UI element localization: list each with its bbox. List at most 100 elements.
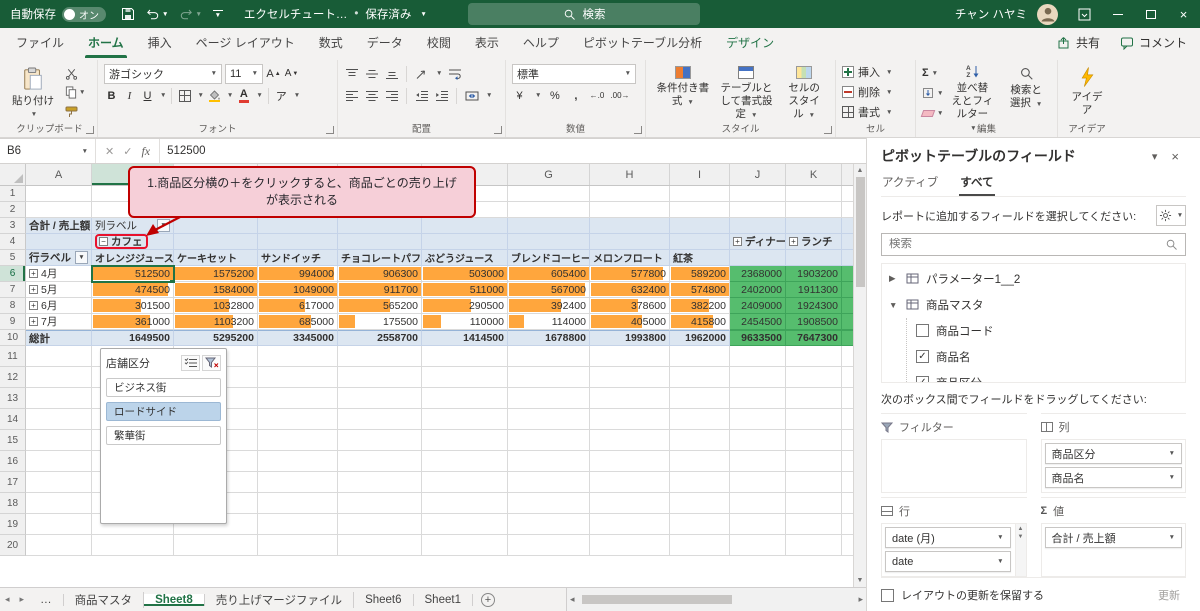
field-pill[interactable]: date ▼ — [885, 551, 1011, 572]
cell-E4[interactable] — [338, 234, 422, 250]
cell-J18[interactable] — [730, 493, 786, 514]
cell-K17[interactable] — [786, 472, 842, 493]
cell-K4[interactable]: + ランチ — [786, 234, 842, 250]
row-header-8[interactable]: 8 — [0, 298, 26, 314]
cell-B7[interactable]: 474500 — [92, 282, 174, 298]
cell-F15[interactable] — [422, 430, 508, 451]
cell-J15[interactable] — [730, 430, 786, 451]
cell-E14[interactable] — [338, 409, 422, 430]
paste-button[interactable]: 貼り付け ▼ — [8, 62, 58, 118]
cell-H5[interactable]: メロンフロート — [590, 250, 670, 266]
cell-G2[interactable] — [508, 202, 590, 218]
cell-A11[interactable] — [26, 346, 92, 367]
increase-font-icon[interactable]: A ▲ — [266, 65, 281, 83]
cell-C10[interactable]: 5295200 — [174, 330, 258, 346]
column-header-I[interactable]: I — [670, 164, 730, 185]
cell-E6[interactable]: 906300 — [338, 266, 422, 282]
cell-J4[interactable]: + ディナー — [730, 234, 786, 250]
cell-C9[interactable]: 1103200 — [174, 314, 258, 330]
cell-J9[interactable]: 2454500 — [730, 314, 786, 330]
ideas-button[interactable]: アイデア — [1064, 62, 1110, 116]
cell-E19[interactable] — [338, 514, 422, 535]
column-labels-filter[interactable]: ▼ — [157, 219, 170, 232]
cell-E13[interactable] — [338, 388, 422, 409]
cell-A8[interactable]: +6月 — [26, 298, 92, 314]
row-labels-filter[interactable]: ▼ — [75, 251, 88, 264]
row-header-12[interactable]: 12 — [0, 367, 26, 388]
sheet-tab-overflow[interactable]: … — [29, 593, 64, 606]
cell-F20[interactable] — [422, 535, 508, 556]
cell-J8[interactable]: 2409000 — [730, 298, 786, 314]
bold-button[interactable]: B — [104, 87, 119, 105]
row-header-16[interactable]: 16 — [0, 451, 26, 472]
field-item[interactable]: 商品区分 — [907, 370, 1185, 382]
phonetic-icon[interactable]: ア — [274, 87, 289, 105]
select-all-corner[interactable] — [0, 164, 26, 185]
sheet-tab-sheet8[interactable]: Sheet8 — [144, 593, 205, 606]
cell-I11[interactable] — [670, 346, 730, 367]
cell-F16[interactable] — [422, 451, 508, 472]
share-button[interactable]: 共有 — [1048, 31, 1109, 54]
sheet-tab-merge-file[interactable]: 売り上げマージファイル — [205, 591, 355, 608]
ribbon-display-options-icon[interactable] — [1068, 0, 1101, 28]
cell-J16[interactable] — [730, 451, 786, 472]
cell-F10[interactable]: 1414500 — [422, 330, 508, 346]
cell-F19[interactable] — [422, 514, 508, 535]
ribbon-tab-page-layout[interactable]: ページ レイアウト — [184, 28, 307, 58]
cell-H18[interactable] — [590, 493, 670, 514]
cell-E17[interactable] — [338, 472, 422, 493]
cell-F11[interactable] — [422, 346, 508, 367]
cell-A16[interactable] — [26, 451, 92, 472]
sheet-tab-sheet6[interactable]: Sheet6 — [354, 593, 414, 606]
cell-H20[interactable] — [590, 535, 670, 556]
hscroll-thumb[interactable] — [581, 595, 732, 604]
wrap-text-icon[interactable] — [447, 65, 462, 83]
cell-K20[interactable] — [786, 535, 842, 556]
expand-icon[interactable]: + — [789, 237, 798, 246]
cell-K11[interactable] — [786, 346, 842, 367]
column-header-G[interactable]: G — [508, 164, 590, 185]
cell-G6[interactable]: 605400 — [508, 266, 590, 282]
cell-A3[interactable]: 合計 / 売上額 — [26, 218, 92, 234]
row-header-10[interactable]: 10 — [0, 330, 26, 346]
customize-qat-icon[interactable]: ▼ — [208, 3, 228, 25]
cell-G16[interactable] — [508, 451, 590, 472]
filters-area[interactable] — [881, 439, 1027, 493]
scroll-up-icon[interactable]: ▲ — [857, 166, 864, 175]
sheet-tab-sheet1[interactable]: Sheet1 — [414, 593, 473, 606]
ribbon-tab-file[interactable]: ファイル — [4, 28, 76, 58]
ribbon-tab-insert[interactable]: 挿入 — [136, 28, 184, 58]
row-header-20[interactable]: 20 — [0, 535, 26, 556]
cell-A15[interactable] — [26, 430, 92, 451]
cell-K7[interactable]: 1911300 — [786, 282, 842, 298]
ribbon-tab-help[interactable]: ヘルプ — [511, 28, 571, 58]
cell-I14[interactable] — [670, 409, 730, 430]
avatar[interactable] — [1037, 3, 1058, 25]
cell-D11[interactable] — [258, 346, 338, 367]
cell-G15[interactable] — [508, 430, 590, 451]
cell-I8[interactable]: 382200 — [670, 298, 730, 314]
ribbon-tab-pivot-analyze[interactable]: ピボットテーブル分析 — [571, 28, 714, 58]
cell-D3[interactable] — [258, 218, 338, 234]
fields-search-input[interactable] — [889, 238, 1159, 251]
cell-C3[interactable] — [174, 218, 258, 234]
expand-icon[interactable]: + — [29, 269, 38, 278]
styles-dialog-launcher[interactable] — [824, 126, 832, 134]
align-top-icon[interactable] — [344, 65, 359, 83]
cell-D13[interactable] — [258, 388, 338, 409]
cell-I3[interactable] — [670, 218, 730, 234]
sheet-tab-shohin-master[interactable]: 商品マスタ — [64, 591, 145, 608]
cell-I19[interactable] — [670, 514, 730, 535]
row-header-19[interactable]: 19 — [0, 514, 26, 535]
hscroll-right-icon[interactable]: ▸ — [858, 594, 863, 605]
cell-A17[interactable] — [26, 472, 92, 493]
cell-A9[interactable]: +7月 — [26, 314, 92, 330]
decrease-font-icon[interactable]: A ▼ — [284, 65, 299, 83]
cell-I6[interactable]: 589200 — [670, 266, 730, 282]
vertical-scrollbar[interactable]: ▲ ▼ — [853, 164, 866, 587]
increase-indent-icon[interactable] — [434, 87, 449, 105]
cell-D10[interactable]: 3345000 — [258, 330, 338, 346]
cell-E9[interactable]: 175500 — [338, 314, 422, 330]
align-left-icon[interactable] — [344, 87, 359, 105]
cell-D20[interactable] — [258, 535, 338, 556]
